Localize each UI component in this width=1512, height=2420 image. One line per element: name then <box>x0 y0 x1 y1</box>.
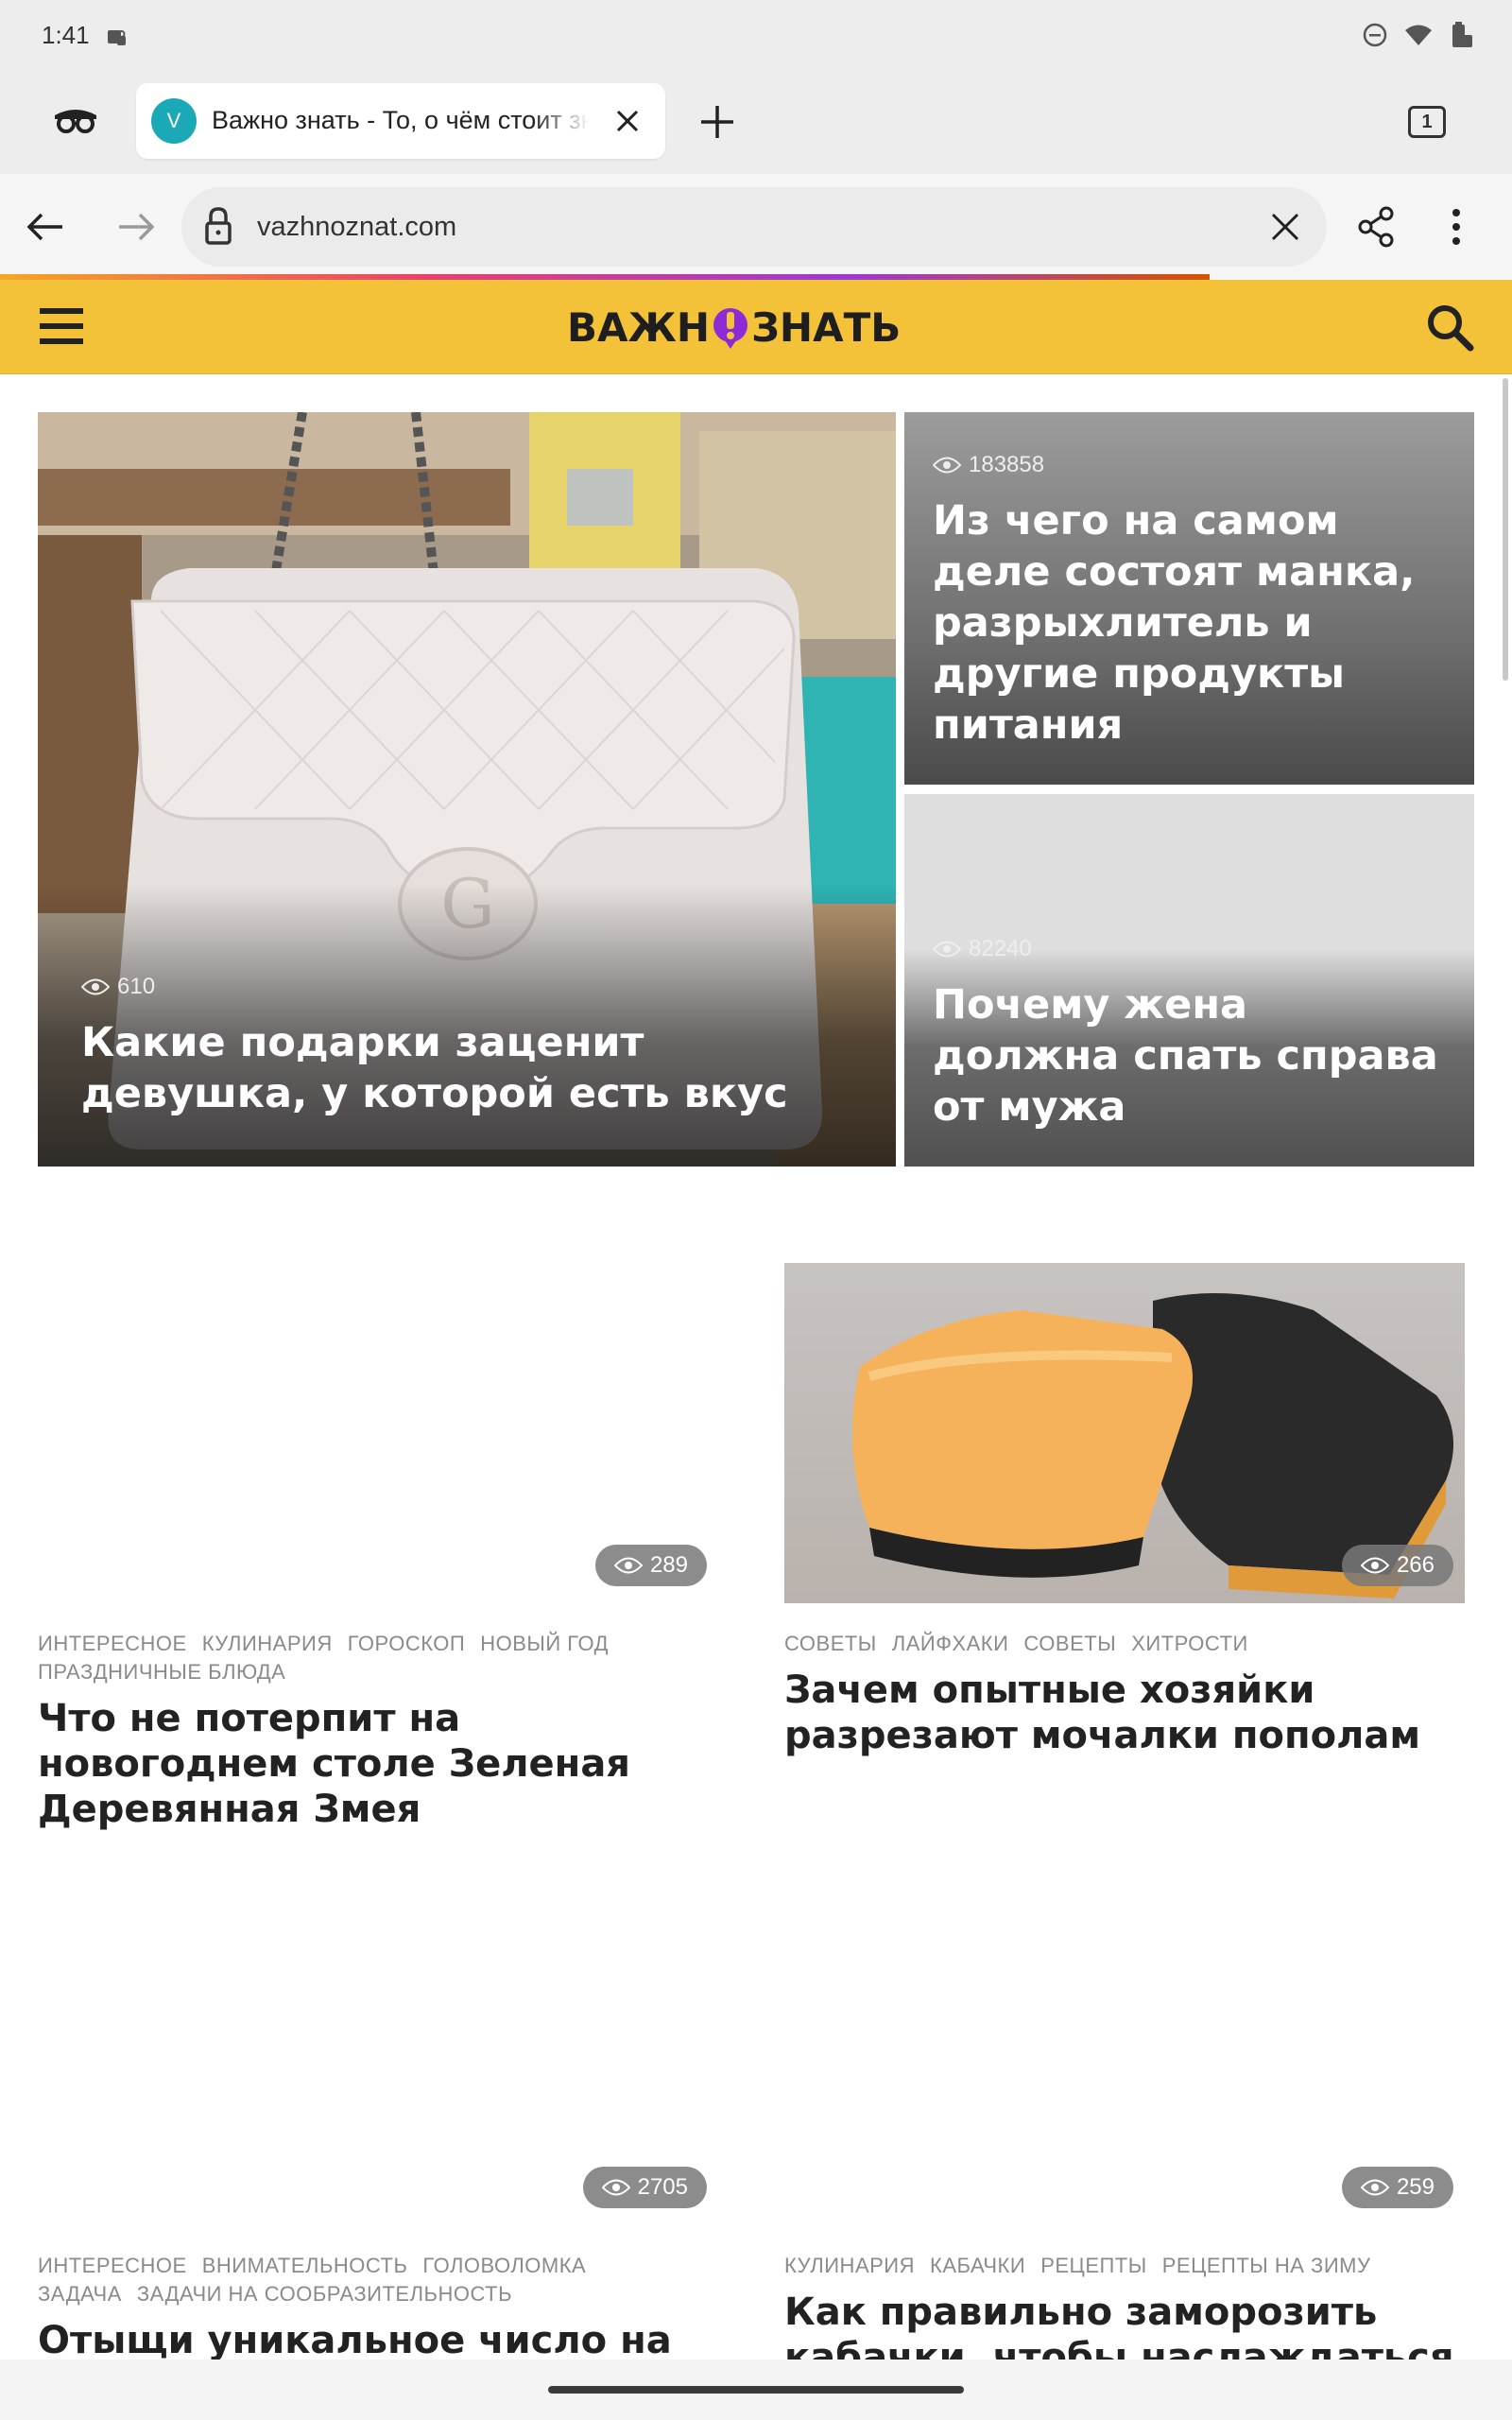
card-title[interactable]: Что не потерпит на новогоднем столе Зеле… <box>38 1696 718 1832</box>
hero-side-caption-2: 82240 Почему жена должна спать справа от… <box>933 936 1446 1132</box>
eye-icon <box>933 457 961 474</box>
views-badge: 289 <box>594 1545 707 1586</box>
tag-link[interactable]: ЗАДАЧИ НА СООБРАЗИТЕЛЬНОСТЬ <box>137 2282 512 2306</box>
hero-main-article[interactable]: G 610 Какие подарки заценит девушка, у к… <box>38 412 896 1167</box>
card-image[interactable]: 2705 <box>38 1885 718 2225</box>
views-value: 259 <box>1396 2174 1435 2200</box>
tag-link[interactable]: ГОРОСКОП <box>348 1632 465 1655</box>
lock-icon[interactable] <box>204 206 232 246</box>
views-value: 183858 <box>969 452 1045 477</box>
article-card-1[interactable]: 289 ИНТЕРЕСНОЕ КУЛИНАРИЯ ГОРОСКОП НОВЫЙ ГОД… <box>38 1263 718 1832</box>
tag-link[interactable]: ПРАЗДНИЧНЫЕ БЛЮДА <box>38 1660 285 1684</box>
card-tags: ИНТЕРЕСНОЕ КУЛИНАРИЯ ГОРОСКОП НОВЫЙ ГОД ПРАЗ… <box>38 1630 718 1686</box>
hero-main-title[interactable]: Какие подарки заценит девушка, у которой… <box>81 1017 858 1119</box>
tag-link[interactable]: ИНТЕРЕСНОЕ <box>38 2254 187 2277</box>
tag-link[interactable]: РЕЦЕПТЫ НА ЗИМУ <box>1162 2254 1371 2277</box>
article-card-3[interactable]: 2705 ИНТЕРЕСНОЕ ВНИМАТЕЛЬНОСТЬ ГОЛОВОЛОМКА… <box>38 1885 718 2363</box>
url-text[interactable]: vazhnoznat.com <box>257 212 456 243</box>
logo-text-left: ВАЖН <box>567 303 711 351</box>
views-badge: 259 <box>1341 2167 1453 2208</box>
eye-icon <box>1360 2179 1389 2196</box>
hero-side-article-1[interactable]: 183858 Из чего на самом деле состоят ман… <box>904 412 1474 785</box>
views-count: 183858 <box>933 452 1446 478</box>
tag-link[interactable]: НОВЫЙ ГОД <box>480 1632 609 1655</box>
incognito-icon[interactable] <box>53 106 98 134</box>
battery-icon <box>1452 22 1472 47</box>
address-bar[interactable]: vazhnoznat.com <box>181 187 1327 267</box>
tab-favicon: V <box>151 98 197 144</box>
work-profile-icon <box>108 30 126 45</box>
forward-arrow-icon[interactable] <box>117 212 155 242</box>
tag-link[interactable]: ИНТЕРЕСНОЕ <box>38 1632 187 1655</box>
views-value: 82240 <box>969 936 1032 961</box>
views-badge: 266 <box>1341 1545 1453 1586</box>
hamburger-menu-icon[interactable] <box>40 306 83 346</box>
eye-icon <box>81 978 110 995</box>
article-card-4[interactable]: 259 КУЛИНАРИЯ КАБАЧКИ РЕЦЕПТЫ РЕЦЕПТЫ НА ЗИ… <box>784 1885 1465 2380</box>
views-value: 266 <box>1396 1552 1435 1578</box>
active-tab[interactable]: V Важно знать - То, о чём стоит знать <box>136 83 665 159</box>
eye-icon <box>933 941 961 958</box>
card-tags: СОВЕТЫ ЛАЙФХАКИ СОВЕТЫ ХИТРОСТИ <box>784 1630 1465 1658</box>
back-arrow-icon[interactable] <box>26 212 64 242</box>
tag-link[interactable]: КУЛИНАРИЯ <box>784 2254 915 2277</box>
eye-icon <box>1360 1557 1389 1574</box>
article-card-2[interactable]: 266 СОВЕТЫ ЛАЙФХАКИ СОВЕТЫ ХИТРОСТИ Зачем о… <box>784 1263 1465 1758</box>
views-count: 610 <box>81 974 858 1000</box>
hero-side-title-1[interactable]: Из чего на самом деле состоят манка, раз… <box>933 495 1446 751</box>
do-not-disturb-icon <box>1363 23 1387 47</box>
tab-strip: V Важно знать - То, о чём стоит знать 1 <box>0 68 1512 174</box>
tag-link[interactable]: ГОЛОВОЛОМКА <box>422 2254 586 2277</box>
exclamation-logo-icon <box>713 308 748 349</box>
search-icon[interactable] <box>1425 302 1474 352</box>
home-gesture-handle[interactable] <box>548 2386 964 2394</box>
tag-link[interactable]: КАБАЧКИ <box>930 2254 1025 2277</box>
tag-link[interactable]: КУЛИНАРИЯ <box>202 1632 333 1655</box>
page-scrollbar[interactable] <box>1503 378 1508 681</box>
views-value: 610 <box>117 974 156 999</box>
site-header: ВАЖН ЗНАТЬ <box>0 280 1512 374</box>
eye-icon <box>601 2179 630 2196</box>
views-count: 82240 <box>933 936 1446 962</box>
hero-side-article-2[interactable]: 82240 Почему жена должна спать справа от… <box>904 794 1474 1167</box>
hero-side-caption-1: 183858 Из чего на самом деле состоят ман… <box>933 452 1446 751</box>
hero-main-caption: 610 Какие подарки заценит девушка, у кот… <box>81 974 858 1119</box>
wifi-icon <box>1405 25 1432 45</box>
clear-url-icon[interactable] <box>1270 212 1300 242</box>
tag-link[interactable]: ВНИМАТЕЛЬНОСТЬ <box>202 2254 408 2277</box>
card-tags: ИНТЕРЕСНОЕ ВНИМАТЕЛЬНОСТЬ ГОЛОВОЛОМКА ЗАДАЧ… <box>38 2252 718 2308</box>
views-value: 289 <box>649 1552 688 1578</box>
tag-link[interactable]: ХИТРОСТИ <box>1131 1632 1248 1655</box>
tag-link[interactable]: ЛАЙФХАКИ <box>892 1632 1009 1655</box>
card-image[interactable]: 259 <box>784 1885 1465 2225</box>
tab-title: Важно знать - То, о чём стоит знать <box>212 106 590 134</box>
views-value: 2705 <box>637 2174 688 2200</box>
card-image[interactable]: 266 <box>784 1263 1465 1603</box>
tag-link[interactable]: СОВЕТЫ <box>1023 1632 1116 1655</box>
logo-text-right: ЗНАТЬ <box>751 303 902 351</box>
tag-link[interactable]: СОВЕТЫ <box>784 1632 877 1655</box>
card-title[interactable]: Зачем опытные хозяйки разрезают мочалки … <box>784 1668 1465 1758</box>
share-icon[interactable] <box>1357 206 1395 248</box>
views-badge: 2705 <box>582 2167 707 2208</box>
card-image[interactable]: 289 <box>38 1263 718 1603</box>
hero-side-title-2[interactable]: Почему жена должна спать справа от мужа <box>933 979 1446 1132</box>
card-tags: КУЛИНАРИЯ КАБАЧКИ РЕЦЕПТЫ РЕЦЕПТЫ НА ЗИМУ <box>784 2252 1465 2280</box>
card-title[interactable]: Отыщи уникальное число на <box>38 2318 718 2363</box>
site-logo[interactable]: ВАЖН ЗНАТЬ <box>567 301 901 354</box>
tag-link[interactable]: ЗАДАЧА <box>38 2282 122 2306</box>
toolbar: vazhnoznat.com <box>0 174 1512 280</box>
tab-switcher-button[interactable]: 1 <box>1408 106 1446 138</box>
status-bar: 1:41 <box>0 0 1512 68</box>
close-tab-icon[interactable] <box>616 110 639 132</box>
more-menu-icon[interactable] <box>1452 208 1461 246</box>
status-time: 1:41 <box>42 21 90 49</box>
new-tab-icon[interactable] <box>699 104 735 140</box>
eye-icon <box>613 1557 643 1574</box>
tag-link[interactable]: РЕЦЕПТЫ <box>1040 2254 1147 2277</box>
